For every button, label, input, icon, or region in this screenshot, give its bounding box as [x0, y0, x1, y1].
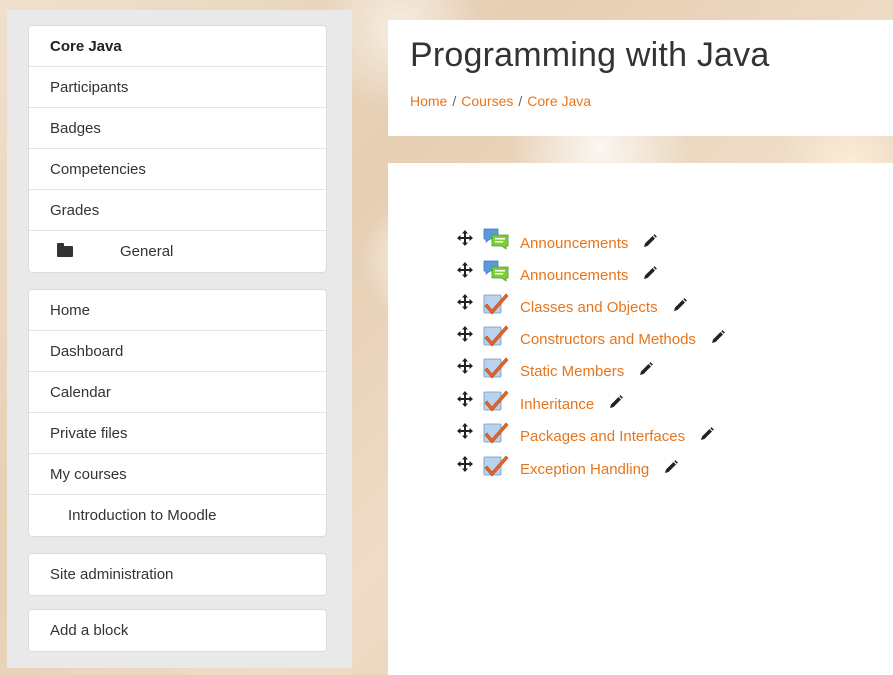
- nav-item-participants[interactable]: Participants: [29, 67, 326, 108]
- add-block-link[interactable]: Add a block: [29, 610, 326, 651]
- assignment-check-icon: [483, 422, 509, 444]
- breadcrumb-separator: /: [518, 93, 523, 109]
- add-block-block: Add a block: [28, 609, 327, 652]
- edit-pencil-icon[interactable]: [642, 265, 658, 281]
- course-navigation-block: Core Java Participants Badges Competenci…: [28, 25, 327, 273]
- activity-link[interactable]: Static Members: [520, 363, 624, 380]
- breadcrumb-separator: /: [452, 93, 457, 109]
- nav-item-dashboard[interactable]: Dashboard: [29, 331, 326, 372]
- course-content: Announcements Announcements Classes and …: [388, 163, 893, 675]
- activity-link[interactable]: Constructors and Methods: [520, 331, 696, 348]
- nav-item-grades[interactable]: Grades: [29, 190, 326, 231]
- nav-item-general[interactable]: General: [29, 231, 326, 272]
- page-title: Programming with Java: [410, 36, 770, 74]
- move-icon[interactable]: [456, 325, 474, 343]
- activity-link[interactable]: Announcements: [520, 267, 628, 284]
- site-administration-block: Site administration: [28, 553, 327, 596]
- site-administration-link[interactable]: Site administration: [29, 554, 326, 595]
- activity-link[interactable]: Classes and Objects: [520, 299, 658, 316]
- move-icon[interactable]: [456, 293, 474, 311]
- site-navigation-block: Home Dashboard Calendar Private files My…: [28, 289, 327, 537]
- forum-icon: [483, 260, 509, 282]
- nav-item-competencies[interactable]: Competencies: [29, 149, 326, 190]
- breadcrumb-core-java[interactable]: Core Java: [527, 93, 591, 109]
- nav-item-my-courses[interactable]: My courses: [29, 454, 326, 495]
- edit-pencil-icon[interactable]: [672, 297, 688, 313]
- edit-pencil-icon[interactable]: [608, 394, 624, 410]
- activity-link[interactable]: Announcements: [520, 235, 628, 252]
- edit-pencil-icon[interactable]: [663, 459, 679, 475]
- breadcrumb-home[interactable]: Home: [410, 93, 447, 109]
- move-icon[interactable]: [456, 357, 474, 375]
- activity-link[interactable]: Inheritance: [520, 396, 594, 413]
- breadcrumb-courses[interactable]: Courses: [461, 93, 513, 109]
- folder-icon: [57, 243, 73, 257]
- nav-item-calendar[interactable]: Calendar: [29, 372, 326, 413]
- nav-item-badges[interactable]: Badges: [29, 108, 326, 149]
- page-header: Programming with Java Home / Courses / Core …: [388, 20, 893, 136]
- edit-pencil-icon[interactable]: [642, 233, 658, 249]
- nav-item-introduction-to-moodle[interactable]: Introduction to Moodle: [29, 495, 326, 536]
- assignment-check-icon: [483, 293, 509, 315]
- nav-item-home[interactable]: Home: [29, 290, 326, 331]
- move-icon[interactable]: [456, 422, 474, 440]
- edit-pencil-icon[interactable]: [638, 361, 654, 377]
- activity-link[interactable]: Exception Handling: [520, 461, 649, 478]
- move-icon[interactable]: [456, 261, 474, 279]
- assignment-check-icon: [483, 455, 509, 477]
- breadcrumb: Home / Courses / Core Java: [410, 93, 591, 109]
- forum-icon: [483, 228, 509, 250]
- move-icon[interactable]: [456, 229, 474, 247]
- edit-pencil-icon[interactable]: [699, 426, 715, 442]
- assignment-check-icon: [483, 325, 509, 347]
- edit-pencil-icon[interactable]: [710, 329, 726, 345]
- assignment-check-icon: [483, 390, 509, 412]
- activity-link[interactable]: Packages and Interfaces: [520, 428, 685, 445]
- move-icon[interactable]: [456, 390, 474, 408]
- nav-item-core-java[interactable]: Core Java: [29, 26, 326, 67]
- assignment-check-icon: [483, 357, 509, 379]
- move-icon[interactable]: [456, 455, 474, 473]
- nav-item-private-files[interactable]: Private files: [29, 413, 326, 454]
